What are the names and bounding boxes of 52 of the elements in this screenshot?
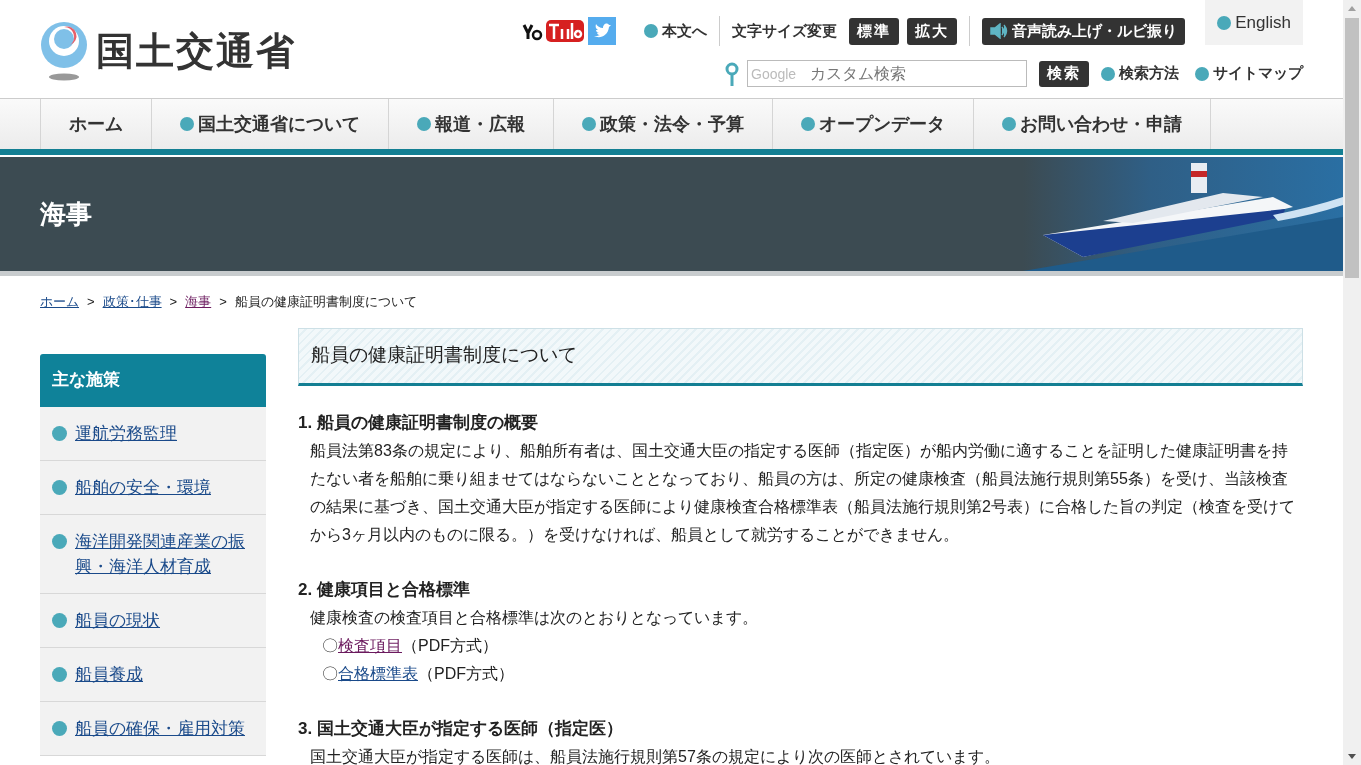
breadcrumb-separator: > [169, 293, 178, 311]
search-button[interactable]: 検索 [1039, 60, 1089, 87]
file-type-note: （PDF方式） [418, 663, 514, 684]
font-size-button[interactable]: 標準 [849, 17, 900, 45]
nav-item[interactable]: 政策・法令・予算 [554, 99, 773, 149]
header-link[interactable]: サイトマップ [1195, 62, 1303, 85]
section-heading: 2. 健康項目と合格標準 [298, 578, 471, 601]
breadcrumb-link[interactable]: 政策･仕事 [102, 292, 162, 312]
speaker-icon [990, 23, 1009, 39]
header-link[interactable]: 検索方法 [1101, 62, 1179, 85]
bullet-mark: 〇 [322, 663, 338, 684]
speech-button[interactable]: 音声読み上げ・ルビ振り [982, 17, 1186, 45]
section-banner-title: 海事 [40, 197, 92, 231]
logo-text[interactable]: 国土交通省 [96, 22, 296, 80]
bird-icon[interactable] [588, 17, 617, 45]
sidebar-item[interactable]: 船員養成 [40, 647, 266, 702]
section-heading: 1. 船員の健康証明書制度の概要 [298, 411, 539, 434]
sidebar-title: 主な施策 [40, 353, 266, 407]
language-link[interactable]: English [1205, 0, 1303, 45]
document-link[interactable]: 検査項目 [338, 631, 402, 660]
nav-item[interactable]: オープンデータ [773, 99, 974, 149]
skip-link[interactable]: 本文へ [644, 19, 708, 43]
font-size-label: 文字サイズ変更 [732, 20, 838, 41]
font-size-button[interactable]: 拡大 [907, 17, 958, 45]
video-logo-icon[interactable] [522, 17, 585, 45]
nav-item[interactable]: 報道・広報 [389, 99, 554, 149]
document-link[interactable]: 合格標準表 [338, 659, 418, 688]
nav-item[interactable]: お問い合わせ・申請 [974, 99, 1211, 149]
sidebar-item[interactable]: 船員の確保・雇用対策 [40, 701, 266, 756]
breadcrumb-current: 船員の健康証明書制度について [234, 293, 417, 311]
breadcrumb-separator: > [219, 293, 227, 311]
breadcrumb-link[interactable]: ホーム [40, 292, 79, 312]
section-heading: 3. 国土交通大臣が指定する医師（指定医） [298, 717, 624, 740]
breadcrumb-separator: > [87, 293, 95, 311]
scrollbar[interactable] [1343, 0, 1361, 765]
sidebar-item[interactable]: 船員の現状 [40, 593, 266, 648]
nav-item[interactable]: 国土交通省について [152, 99, 389, 149]
sidebar-item[interactable]: 海洋開発関連産業の振興・海洋人材育成 [40, 514, 266, 594]
pin-icon [725, 61, 739, 86]
logo-icon[interactable] [40, 19, 88, 83]
page-title: 船員の健康証明書制度について [311, 343, 577, 368]
sidebar-item[interactable]: 運航労務監理 [40, 406, 266, 461]
scroll-thumb[interactable] [1345, 18, 1359, 278]
file-type-note: （PDF方式） [402, 635, 498, 656]
section-paragraph: 健康検査の検査項目と合格標準は次のとおりとなっています。 [309, 607, 759, 628]
breadcrumb-link[interactable]: 海事 [185, 292, 212, 312]
bullet-mark: 〇 [322, 635, 338, 656]
section-paragraph: 船員法第83条の規定により、船舶所有者は、国土交通大臣の指定する医師（指定医）が船内労働に適することを証明した健康証明書を持たない者を船舶に乗り組ませてはならないこととなっており、船員の方は、所定の健康検査（船員法施行規則第55条）を受け、当該検査の結果に基づき、国土交通大臣が指定する医師により健康検査合格標準表（船員法施行規則第2号表）に合格した旨の判定（検査を受けてから3ヶ月以内のものに限る。）を受けなければ、船員として就労することができません。 [309, 440, 1296, 545]
sidebar-item[interactable]: 船舶の安全・環境 [40, 460, 266, 515]
search-brand: Google [751, 65, 797, 84]
nav-item[interactable]: ホーム [41, 99, 152, 149]
section-paragraph: 国土交通大臣が指定する医師は、船員法施行規則第57条の規定により次の医師とされています。 [309, 746, 1001, 765]
